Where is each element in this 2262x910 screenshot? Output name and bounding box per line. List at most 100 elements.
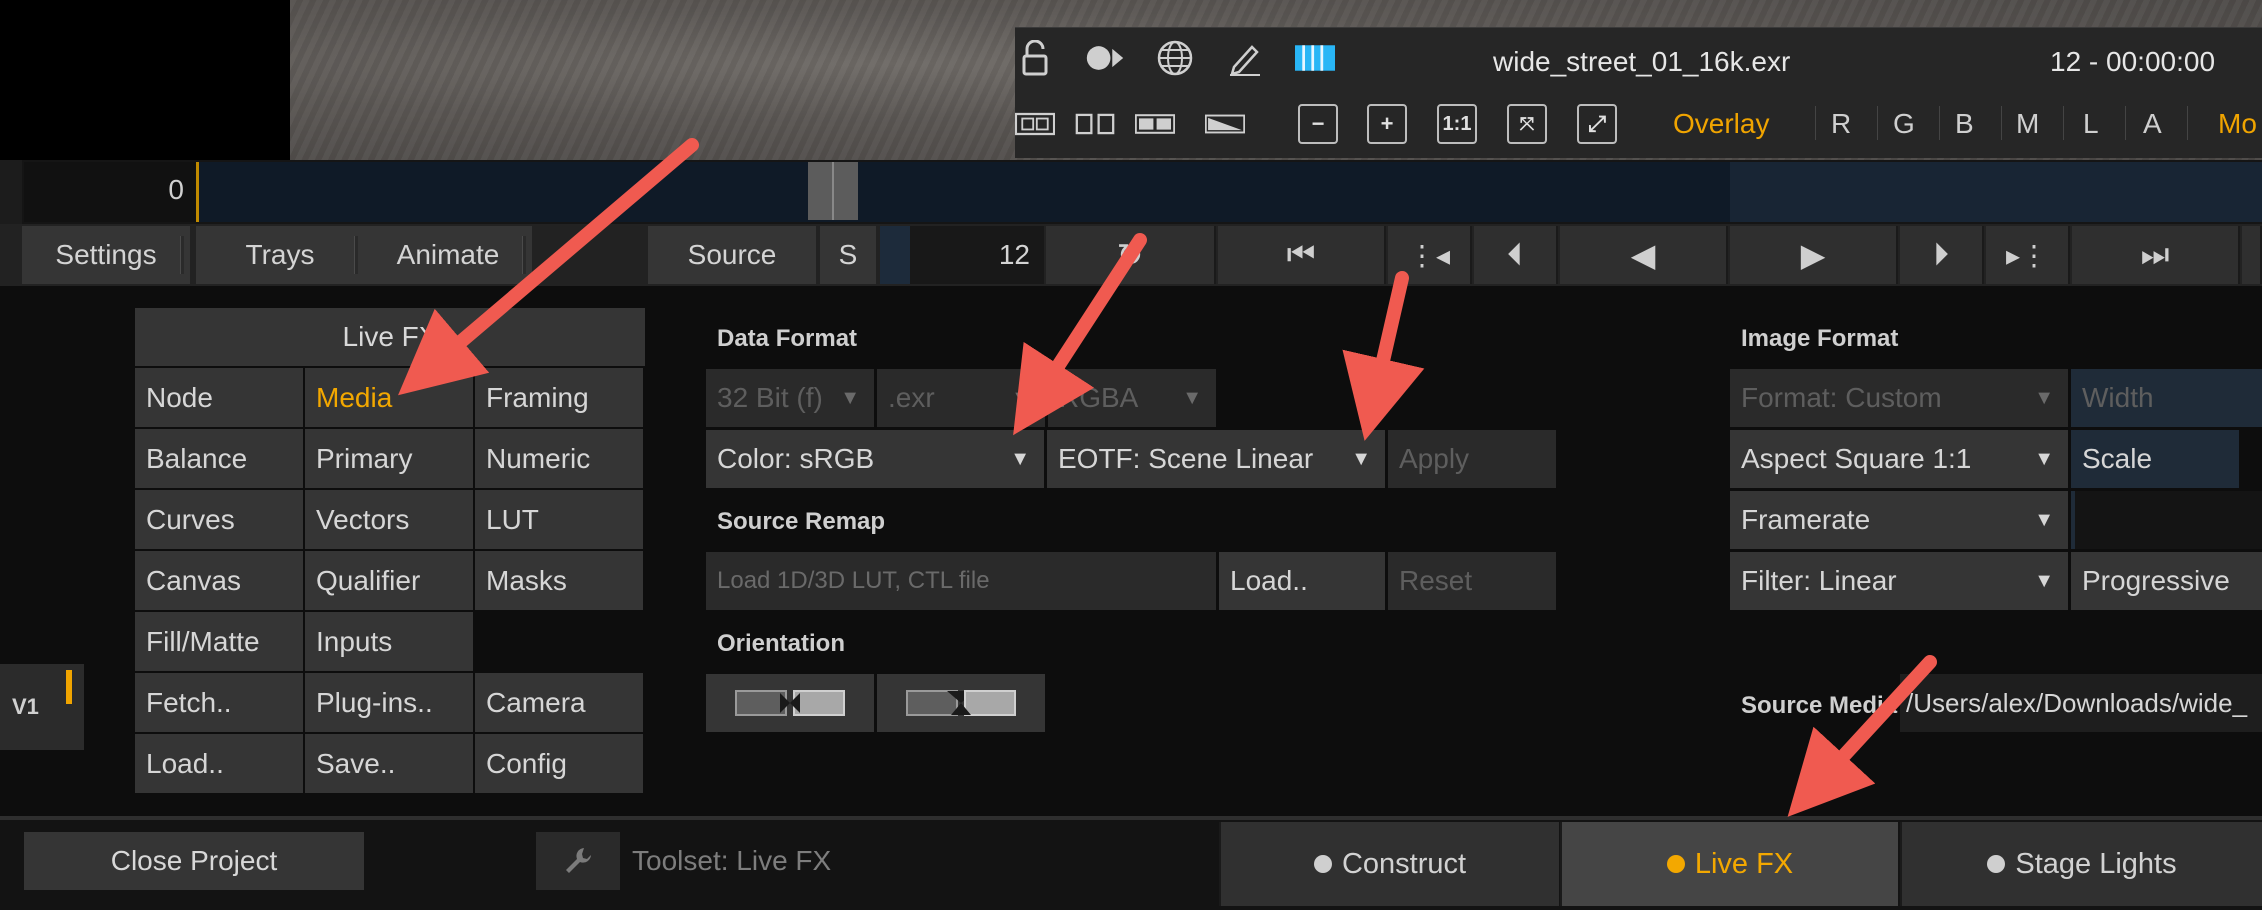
tab-stage-lights[interactable]: Stage Lights — [1900, 822, 2262, 906]
menu-vectors[interactable]: Vectors — [305, 490, 473, 549]
prev-frame-button[interactable]: ⏴ — [1474, 226, 1558, 284]
lock-open-icon[interactable] — [1015, 38, 1055, 78]
menu-plugins[interactable]: Plug-ins.. — [305, 673, 473, 732]
chevron-down-icon: ▼ — [2034, 448, 2054, 470]
menu-node[interactable]: Node — [135, 368, 303, 427]
menu-qualifier[interactable]: Qualifier — [305, 551, 473, 610]
menu-fetch[interactable]: Fetch.. — [135, 673, 303, 732]
trays-button[interactable]: Trays — [196, 226, 364, 284]
record-icon[interactable] — [1085, 38, 1125, 78]
mode-label[interactable]: Mo — [2218, 108, 2257, 140]
pen-icon[interactable] — [1225, 38, 1265, 78]
menu-masks[interactable]: Masks — [475, 551, 643, 610]
settings-label: Settings — [55, 239, 157, 270]
scale-field[interactable]: Scale — [2071, 430, 2239, 488]
menu-save[interactable]: Save.. — [305, 734, 473, 793]
framerate-dropdown[interactable]: Framerate ▼ — [1730, 491, 2068, 549]
channel-b-button[interactable]: B — [1955, 108, 1974, 140]
start-frame-field[interactable]: 0 — [24, 162, 196, 222]
go-to-start-button[interactable]: ⏮ — [1218, 226, 1386, 284]
control-bar-edge — [2242, 226, 2262, 284]
current-frame-field[interactable]: 12 — [910, 226, 1044, 284]
v1-track-tab[interactable]: V1 — [0, 664, 84, 750]
menu-canvas[interactable]: Canvas — [135, 551, 303, 610]
playhead-handle[interactable] — [808, 162, 858, 220]
prev-key-button[interactable]: ⋮◂ — [1388, 226, 1472, 284]
timeline-track-end[interactable] — [1730, 162, 2262, 222]
format-dropdown[interactable]: Format: Custom ▼ — [1730, 369, 2068, 427]
tab-construct[interactable]: Construct — [1219, 822, 1559, 906]
settings-button[interactable]: Settings — [22, 226, 190, 284]
eotf-dropdown[interactable]: EOTF: Scene Linear ▼ — [1047, 430, 1385, 488]
globe-icon[interactable] — [1155, 38, 1195, 78]
fit-icon[interactable]: ⤧ — [1507, 104, 1547, 144]
split-view-icon[interactable] — [1135, 104, 1175, 144]
film-dual-icon[interactable] — [1075, 104, 1115, 144]
skip-end-icon: ⏭ — [2140, 236, 2170, 272]
current-frame-value: 12 — [998, 239, 1030, 270]
lut-file-field[interactable]: Load 1D/3D LUT, CTL file — [706, 552, 1216, 610]
aspect-dropdown[interactable]: Aspect Square 1:1 ▼ — [1730, 430, 2068, 488]
next-frame-button[interactable]: ⏵ — [1900, 226, 1984, 284]
image-format-label: Image Format — [1741, 325, 1899, 352]
tab-live-fx[interactable]: Live FX — [1560, 822, 1898, 906]
chevron-down-icon: ▼ — [1182, 387, 1202, 409]
color-bars-icon[interactable] — [1295, 38, 1335, 78]
wrench-icon[interactable] — [536, 832, 620, 890]
timeline-track[interactable] — [196, 162, 1733, 222]
source-remap-label: Source Remap — [717, 508, 886, 535]
go-to-end-button[interactable]: ⏭ — [2072, 226, 2240, 284]
menu-primary[interactable]: Primary — [305, 429, 473, 488]
play-button[interactable]: ▶ — [1730, 226, 1898, 284]
menu-lut[interactable]: LUT — [475, 490, 643, 549]
gradient-icon[interactable] — [1205, 104, 1245, 144]
channel-g-button[interactable]: G — [1893, 108, 1915, 140]
channel-r-button[interactable]: R — [1831, 108, 1851, 140]
bit-depth-dropdown[interactable]: 32 Bit (f) ▼ — [706, 369, 874, 427]
menu-config[interactable]: Config — [475, 734, 643, 793]
width-field[interactable]: Width — [2071, 369, 2262, 427]
chevron-down-icon: ▼ — [1351, 448, 1371, 470]
menu-numeric[interactable]: Numeric — [475, 429, 643, 488]
apply-button[interactable]: Apply — [1388, 430, 1556, 488]
scan-mode-dropdown[interactable]: Progressive — [2071, 552, 2262, 610]
zoom-out-icon[interactable]: − — [1298, 104, 1338, 144]
flip-vertical-button[interactable] — [877, 674, 1045, 732]
flip-horizontal-button[interactable] — [706, 674, 874, 732]
zoom-1to1-icon[interactable]: 1:1 — [1437, 104, 1477, 144]
play-backward-button[interactable]: ◀ — [1560, 226, 1728, 284]
menu-framing[interactable]: Framing — [475, 368, 643, 427]
zoom-in-icon[interactable]: + — [1367, 104, 1407, 144]
menu-camera[interactable]: Camera — [475, 673, 643, 732]
loop-button[interactable]: ↻ — [1046, 226, 1216, 284]
orientation-label: Orientation — [717, 630, 846, 657]
menu-media[interactable]: Media — [305, 368, 473, 427]
menu-curves[interactable]: Curves — [135, 490, 303, 549]
data-format-label: Data Format — [717, 325, 858, 352]
color-dropdown[interactable]: Color: sRGB ▼ — [706, 430, 1044, 488]
fullscreen-icon[interactable]: ⤢ — [1577, 104, 1617, 144]
channel-m-button[interactable]: M — [2016, 108, 2039, 140]
animate-button[interactable]: Animate — [364, 226, 532, 284]
source-media-path[interactable]: /Users/alex/Downloads/wide_ — [1900, 674, 2262, 732]
channel-a-button[interactable]: A — [2143, 108, 2162, 140]
lut-reset-button[interactable]: Reset — [1388, 552, 1556, 610]
framerate-field[interactable] — [2071, 491, 2262, 549]
film-strip-icon[interactable] — [1015, 104, 1055, 144]
menu-load[interactable]: Load.. — [135, 734, 303, 793]
channel-l-button[interactable]: L — [2083, 108, 2099, 140]
s-button[interactable]: S — [820, 226, 876, 284]
menu-inputs[interactable]: Inputs — [305, 612, 473, 671]
channels-dropdown[interactable]: RGBA ▼ — [1048, 369, 1216, 427]
lut-load-button[interactable]: Load.. — [1219, 552, 1385, 610]
apply-label: Apply — [1399, 443, 1470, 474]
close-project-button[interactable]: Close Project — [24, 832, 364, 890]
menu-fill-matte[interactable]: Fill/Matte — [135, 612, 303, 671]
extension-dropdown[interactable]: .exr ▼ — [877, 369, 1045, 427]
filter-dropdown[interactable]: Filter: Linear ▼ — [1730, 552, 2068, 610]
trays-label: Trays — [245, 239, 315, 270]
source-button[interactable]: Source — [648, 226, 816, 284]
menu-balance[interactable]: Balance — [135, 429, 303, 488]
next-key-button[interactable]: ▸⋮ — [1986, 226, 2070, 284]
overlay-toggle[interactable]: Overlay — [1673, 108, 1769, 140]
